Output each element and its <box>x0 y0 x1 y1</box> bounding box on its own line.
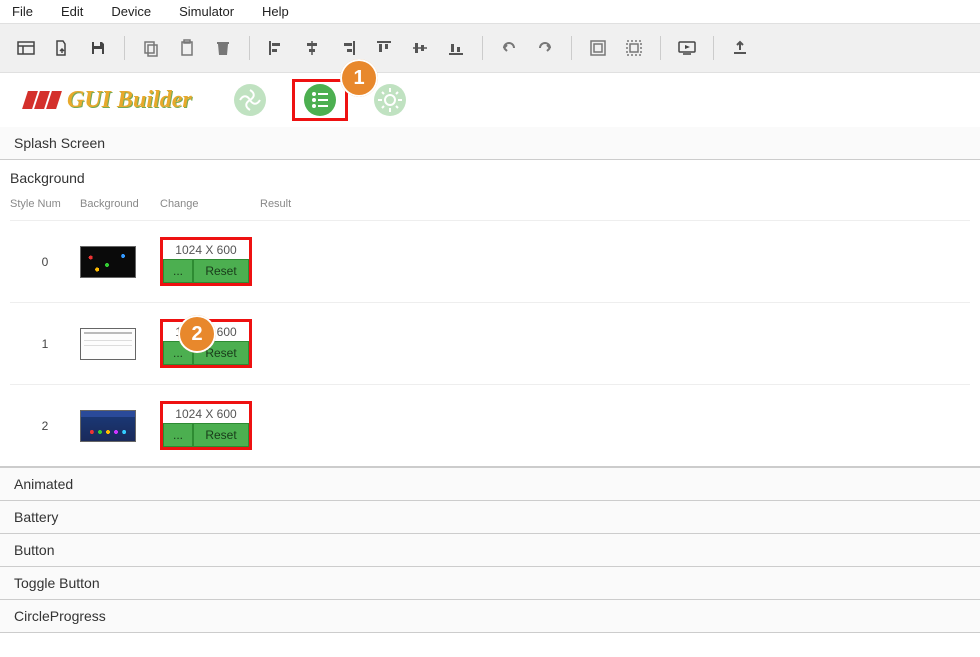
logo-stripes-icon <box>25 91 59 109</box>
col-background: Background <box>80 198 160 210</box>
align-center-h-icon[interactable] <box>296 32 328 64</box>
background-thumbnail[interactable] <box>80 328 160 360</box>
menu-help[interactable]: Help <box>262 4 289 19</box>
mode-design-icon[interactable] <box>222 79 278 121</box>
browse-button[interactable]: ... <box>163 423 193 447</box>
group-icon[interactable] <box>582 32 614 64</box>
background-thumbnail[interactable] <box>80 246 160 278</box>
section-animated[interactable]: Animated <box>0 467 980 501</box>
paste-icon[interactable] <box>171 32 203 64</box>
browse-button[interactable]: ... <box>163 259 193 283</box>
new-layout-icon[interactable] <box>10 32 42 64</box>
callout-1: 1 <box>340 59 378 97</box>
background-row: 0 1024 X 600 ... Reset <box>10 220 970 302</box>
reset-button[interactable]: Reset <box>193 259 249 283</box>
redo-icon[interactable] <box>529 32 561 64</box>
align-center-v-icon[interactable] <box>404 32 436 64</box>
align-left-icon[interactable] <box>260 32 292 64</box>
section-splash-screen[interactable]: Splash Screen <box>0 127 980 160</box>
col-result: Result <box>260 198 320 210</box>
col-change: Change <box>160 198 260 210</box>
dimensions-label: 1024 X 600 <box>163 240 249 259</box>
column-headers: Style Num Background Change Result <box>10 194 970 220</box>
callout-2: 2 <box>178 315 216 353</box>
toolbar-separator <box>124 36 125 60</box>
section-battery[interactable]: Battery <box>0 501 980 534</box>
background-row: 1 1024 X 600 ... Reset <box>10 302 970 384</box>
align-bottom-icon[interactable] <box>440 32 472 64</box>
mode-list-icon[interactable] <box>292 79 348 121</box>
toolbar-separator <box>571 36 572 60</box>
menu-bar: File Edit Device Simulator Help <box>0 0 980 23</box>
align-top-icon[interactable] <box>368 32 400 64</box>
style-num: 2 <box>10 419 80 433</box>
section-background: Background Style Num Background Change R… <box>0 160 980 467</box>
change-control: 1024 X 600 ... Reset <box>160 237 252 286</box>
reset-button[interactable]: Reset <box>193 423 249 447</box>
toolbar-separator <box>482 36 483 60</box>
menu-device[interactable]: Device <box>111 4 151 19</box>
background-row: 2 1024 X 600 ... Reset <box>10 384 970 466</box>
undo-icon[interactable] <box>493 32 525 64</box>
menu-edit[interactable]: Edit <box>61 4 83 19</box>
preview-icon[interactable] <box>671 32 703 64</box>
section-button[interactable]: Button <box>0 534 980 567</box>
delete-icon[interactable] <box>207 32 239 64</box>
ungroup-icon[interactable] <box>618 32 650 64</box>
header-row: GUI Builder 1 <box>0 73 980 127</box>
background-thumbnail[interactable] <box>80 410 160 442</box>
style-num: 0 <box>10 255 80 269</box>
app-title: GUI Builder <box>67 87 192 114</box>
menu-simulator[interactable]: Simulator <box>179 4 234 19</box>
change-control: 1024 X 600 ... Reset <box>160 401 252 450</box>
background-title: Background <box>10 170 970 186</box>
toolbar-separator <box>713 36 714 60</box>
section-circle-progress[interactable]: CircleProgress <box>0 600 980 633</box>
copy-icon[interactable] <box>135 32 167 64</box>
menu-file[interactable]: File <box>12 4 33 19</box>
toolbar-separator <box>660 36 661 60</box>
toolbar-separator <box>249 36 250 60</box>
open-icon[interactable] <box>46 32 78 64</box>
toolbar <box>0 23 980 73</box>
section-toggle-button[interactable]: Toggle Button <box>0 567 980 600</box>
col-style-num: Style Num <box>10 198 80 210</box>
upload-icon[interactable] <box>724 32 756 64</box>
dimensions-label: 1024 X 600 <box>163 404 249 423</box>
save-icon[interactable] <box>82 32 114 64</box>
style-num: 1 <box>10 337 80 351</box>
